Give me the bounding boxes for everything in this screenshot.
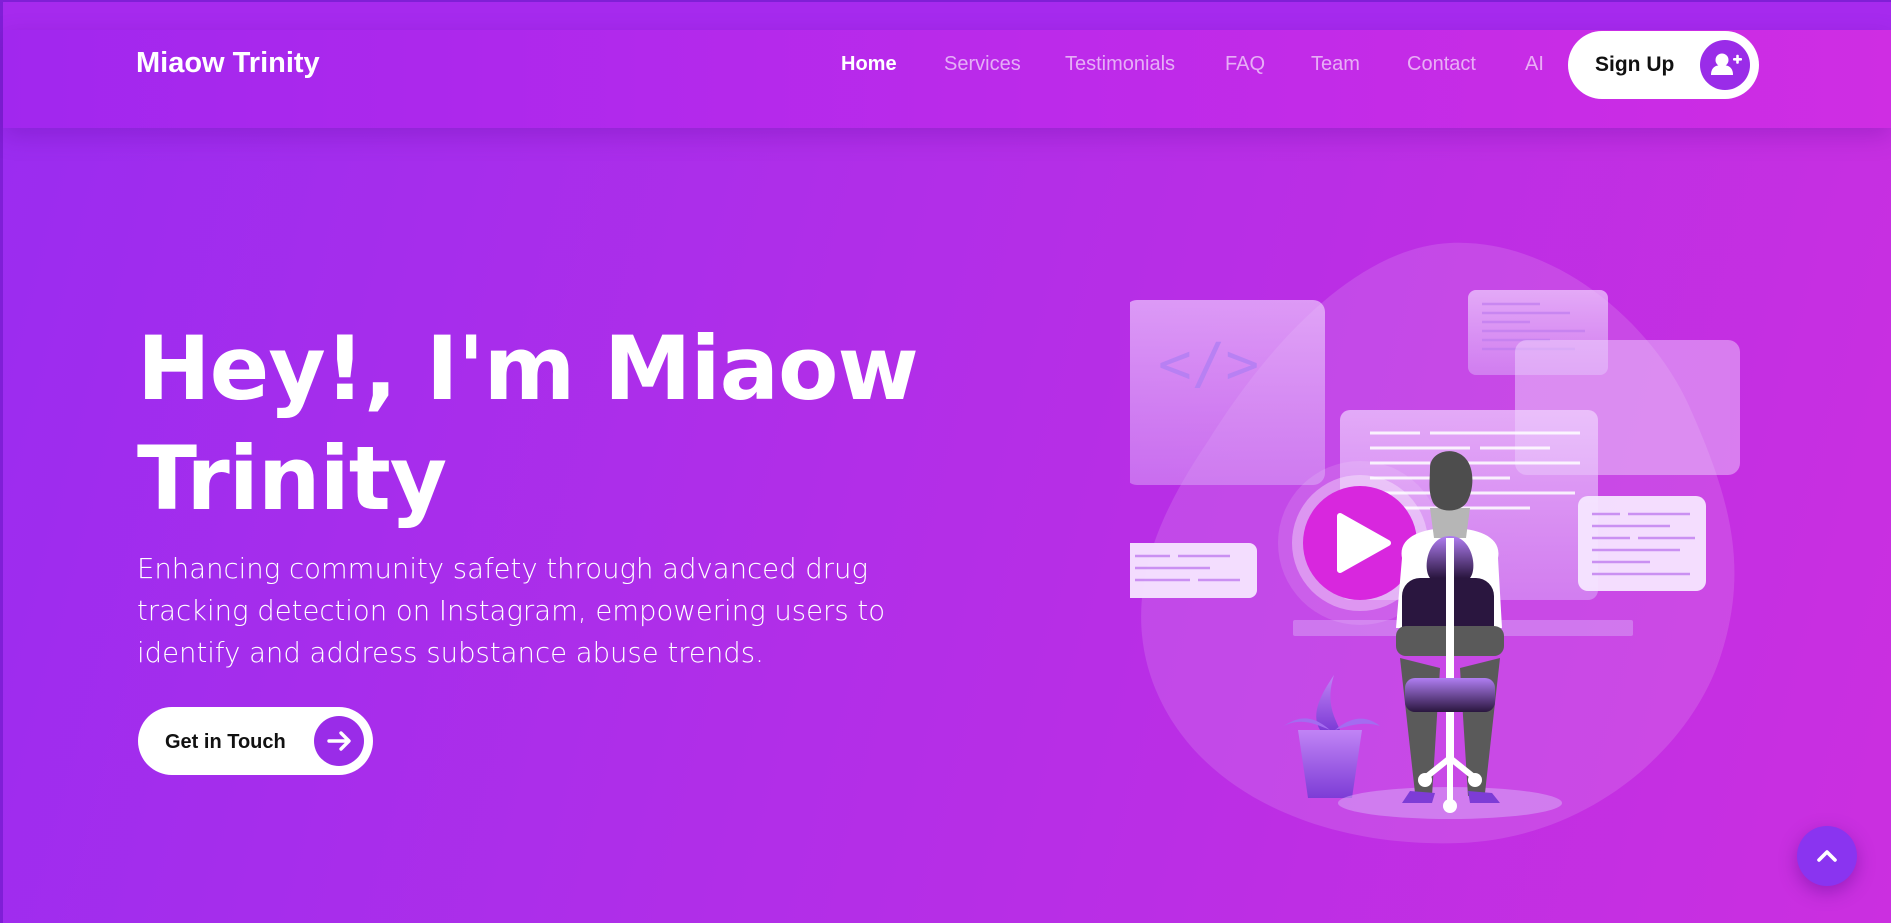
hero-title-line1: Hey!, I'm Miaow (137, 317, 919, 420)
get-in-touch-label: Get in Touch (165, 731, 286, 753)
nav-link-home[interactable]: Home (841, 53, 897, 76)
nav-link-contact[interactable]: Contact (1407, 53, 1476, 76)
nav-link-team[interactable]: Team (1311, 53, 1360, 76)
hero-title-line2: Trinity (137, 427, 447, 530)
get-in-touch-button[interactable]: Get in Touch (138, 707, 373, 775)
sign-up-button[interactable]: Sign Up (1568, 31, 1759, 99)
hero-subtitle: Enhancing community safety through advan… (137, 553, 886, 669)
nav-link-testimonials[interactable]: Testimonials (1065, 53, 1175, 76)
sign-up-label: Sign Up (1595, 53, 1675, 76)
nav-link-ai[interactable]: AI (1525, 53, 1544, 76)
nav-link-faq[interactable]: FAQ (1225, 53, 1265, 76)
arrow-right-icon (314, 716, 364, 766)
window-frame-left (0, 0, 3, 923)
scroll-to-top-button[interactable] (1797, 826, 1857, 886)
top-strip (3, 2, 1891, 30)
nav-link-services[interactable]: Services (944, 53, 1021, 76)
chevron-up-icon (1817, 850, 1837, 862)
hero-illustration: </> (1122, 238, 1770, 858)
hero-title: Hey!, I'm Miaow Trinity (137, 314, 937, 534)
code-symbol: </> (1158, 332, 1259, 397)
user-plus-icon (1700, 40, 1750, 90)
